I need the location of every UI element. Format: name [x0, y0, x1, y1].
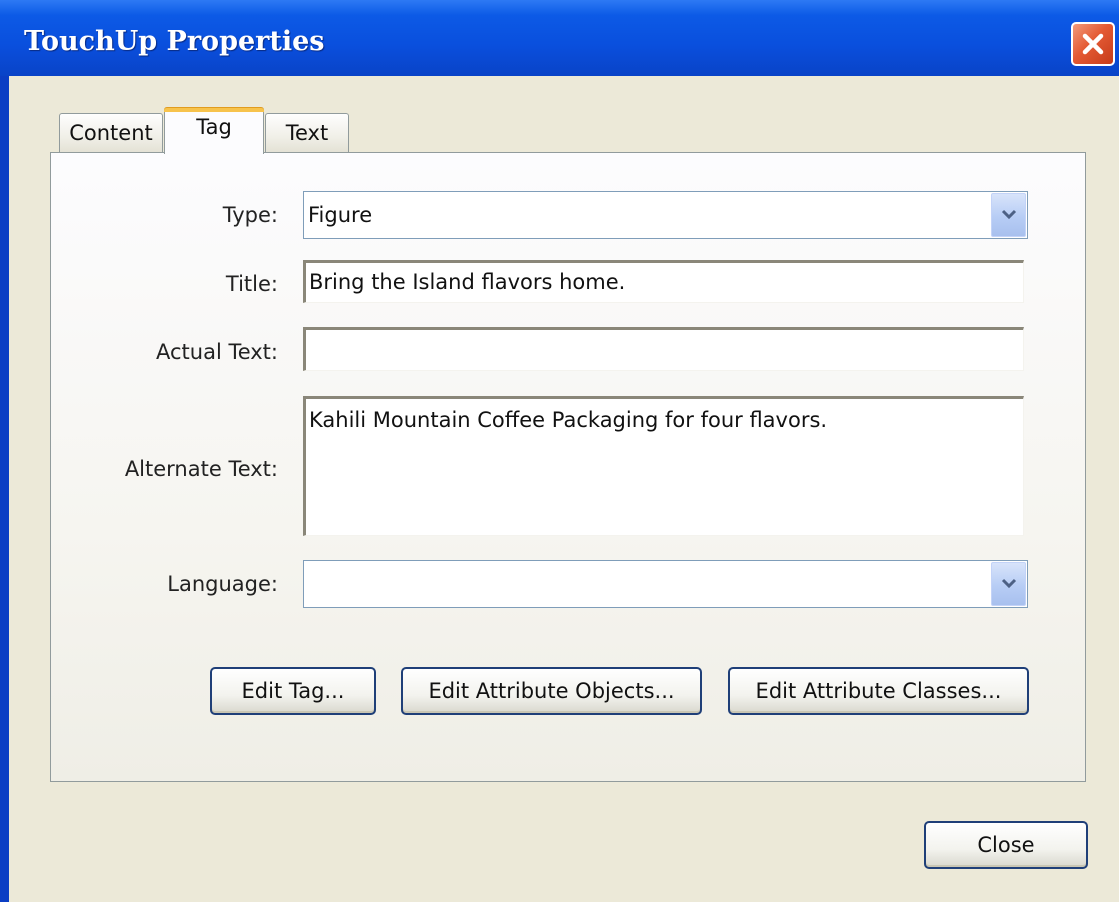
- tab-text[interactable]: Text: [265, 113, 349, 153]
- type-dropdown-button[interactable]: [991, 193, 1026, 237]
- close-x-icon: [1082, 33, 1104, 55]
- tab-content[interactable]: Content: [59, 113, 163, 153]
- touchup-properties-dialog: TouchUp Properties Content Tag Text Type…: [0, 0, 1119, 902]
- tab-content-label: Content: [69, 121, 153, 145]
- close-button[interactable]: Close: [924, 821, 1088, 869]
- tab-tag[interactable]: Tag: [164, 107, 264, 154]
- actual-text-label: Actual Text:: [155, 340, 278, 364]
- title-close-button[interactable]: [1071, 22, 1115, 66]
- tab-tag-label: Tag: [196, 115, 232, 139]
- type-label: Type:: [222, 203, 278, 227]
- tab-text-label: Text: [285, 121, 329, 145]
- dialog-title: TouchUp Properties: [24, 26, 325, 57]
- alternate-text-label: Alternate Text:: [124, 457, 278, 481]
- actual-text-field[interactable]: [303, 327, 1024, 371]
- edit-attribute-objects-button[interactable]: Edit Attribute Objects...: [401, 667, 702, 715]
- tag-tab-panel: Type: Figure Title: Bring the Island fla…: [50, 152, 1086, 782]
- title-label: Title:: [225, 272, 278, 296]
- chevron-down-icon: [1001, 578, 1016, 589]
- alternate-text-area[interactable]: Kahili Mountain Coffee Packaging for fou…: [303, 396, 1024, 536]
- type-select[interactable]: Figure: [303, 191, 1028, 239]
- title-bar[interactable]: TouchUp Properties: [0, 0, 1119, 76]
- edit-attribute-classes-button[interactable]: Edit Attribute Classes...: [728, 667, 1029, 715]
- edit-tag-button[interactable]: Edit Tag...: [210, 667, 376, 715]
- title-field[interactable]: Bring the Island flavors home.: [303, 260, 1024, 303]
- chevron-down-icon: [1001, 209, 1016, 220]
- language-dropdown-button[interactable]: [991, 562, 1026, 606]
- type-select-value: Figure: [308, 203, 373, 227]
- language-select[interactable]: [303, 560, 1028, 608]
- dialog-body: Content Tag Text Type: Figure Title: Bri…: [9, 76, 1119, 902]
- language-label: Language:: [167, 572, 278, 596]
